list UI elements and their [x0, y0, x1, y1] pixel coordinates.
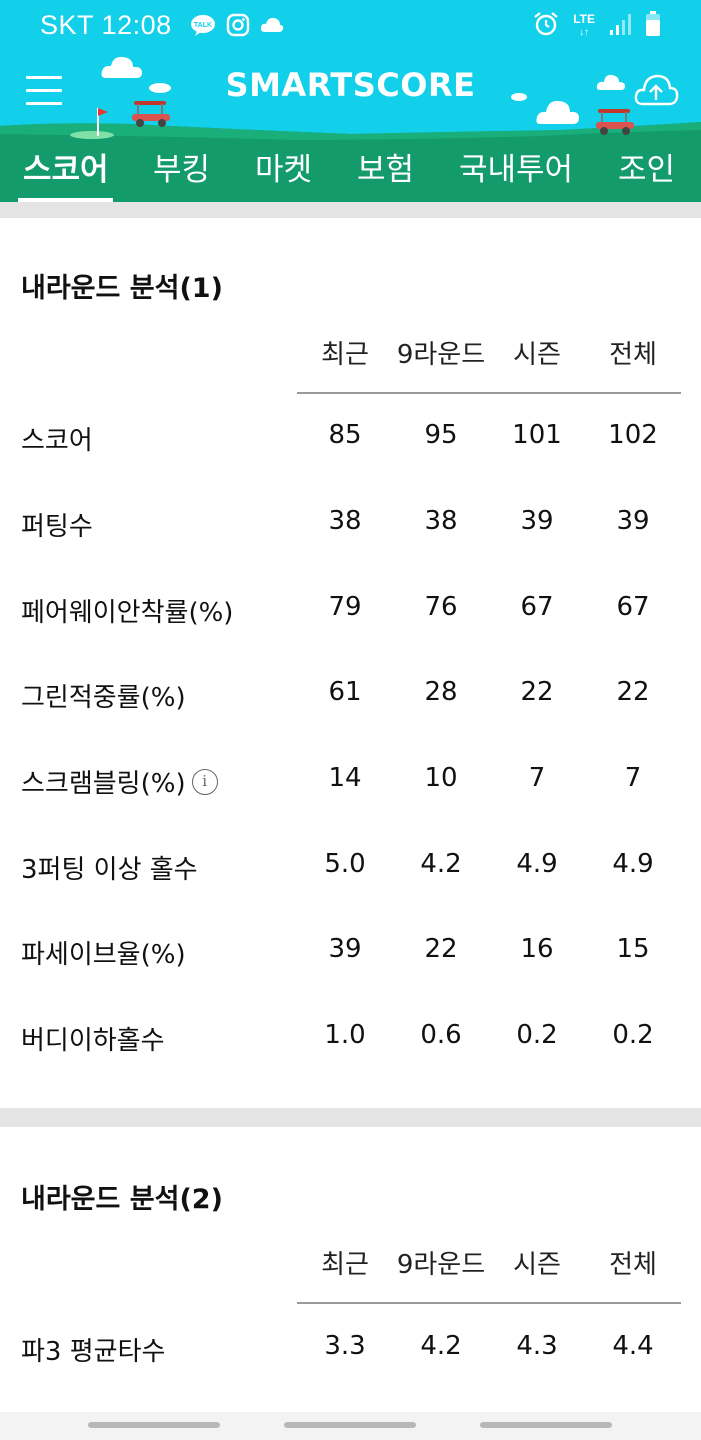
- cell-recent: 79: [328, 592, 362, 622]
- app-bar: SMARTSCORE: [0, 52, 701, 130]
- column-header-season: 시즌: [513, 340, 561, 370]
- kakaotalk-icon: TALK: [190, 14, 216, 40]
- tab-insurance[interactable]: 보험: [357, 144, 414, 189]
- tab-join[interactable]: 조인: [618, 144, 675, 189]
- section-divider: [0, 202, 701, 218]
- status-bar: SKT 12:08 TALK LTE ↓↑: [0, 0, 701, 52]
- header-divider: [297, 1302, 681, 1304]
- column-header-recent: 최근: [321, 340, 369, 370]
- cell-recent: 5.0: [324, 849, 366, 879]
- cell-total: 4.4: [612, 1331, 654, 1361]
- signal-strength-icon: [609, 12, 631, 40]
- column-header-total: 전체: [609, 340, 657, 370]
- cell-recent: 85: [328, 420, 362, 450]
- cell-season: 0.2: [516, 1020, 558, 1050]
- cell-9rounds: 10: [424, 763, 458, 793]
- cell-9rounds: 4.2: [420, 849, 462, 879]
- analysis-section-2: 내라운드 분석(2) 최근 9라운드 시즌 전체 파3 평균타수 3.3 4.2…: [0, 1127, 701, 1412]
- cell-season: 22: [520, 677, 554, 707]
- cell-total: 67: [616, 592, 650, 622]
- cell-recent: 1.0: [324, 1020, 366, 1050]
- row-label: 파3 평균타수: [21, 1337, 166, 1367]
- cell-recent: 38: [328, 506, 362, 536]
- svg-text:TALK: TALK: [194, 22, 212, 29]
- cell-recent: 3.3: [324, 1331, 366, 1361]
- cell-9rounds: 28: [424, 677, 458, 707]
- battery-icon: [645, 11, 661, 41]
- app-title: SMARTSCORE: [225, 66, 476, 104]
- tab-booking[interactable]: 부킹: [153, 144, 210, 189]
- cell-season: 4.9: [516, 849, 558, 879]
- header-divider: [297, 392, 681, 394]
- cell-season: 16: [520, 934, 554, 964]
- nav-home-button[interactable]: [284, 1422, 416, 1428]
- section-divider: [0, 1108, 701, 1127]
- column-header-recent: 최근: [321, 1250, 369, 1280]
- info-icon[interactable]: i: [191, 768, 218, 795]
- column-header-9rounds: 9라운드: [396, 1250, 486, 1280]
- row-label: 그린적중률(%): [21, 683, 186, 713]
- cell-9rounds: 0.6: [420, 1020, 462, 1050]
- nav-back-button[interactable]: [480, 1422, 612, 1428]
- cell-season: 101: [512, 420, 562, 450]
- column-header-9rounds: 9라운드: [396, 340, 486, 370]
- main-tabs: 스코어 부킹 마켓 보험 국내투어 조인: [0, 138, 701, 202]
- cell-9rounds: 38: [424, 506, 458, 536]
- cell-total: 39: [616, 506, 650, 536]
- alarm-icon: [533, 11, 559, 41]
- row-label: 파세이브율(%): [21, 940, 186, 970]
- row-label-with-info: 스크램블링(%) i: [21, 763, 218, 800]
- cell-total: 0.2: [612, 1020, 654, 1050]
- cell-total: 22: [616, 677, 650, 707]
- lte-signal-icon: LTE ↓↑: [573, 12, 595, 38]
- cell-total: 15: [616, 934, 650, 964]
- cell-season: 4.3: [516, 1331, 558, 1361]
- cell-recent: 39: [328, 934, 362, 964]
- cell-total: 102: [608, 420, 658, 450]
- system-navigation-bar: [0, 1412, 701, 1440]
- cloud-sync-icon: [260, 16, 284, 38]
- tab-domestic-tour[interactable]: 국내투어: [459, 144, 573, 189]
- cell-total: 7: [624, 763, 642, 793]
- row-label: 버디이하홀수: [21, 1026, 165, 1056]
- cell-9rounds: 22: [424, 934, 458, 964]
- column-header-season: 시즌: [513, 1250, 561, 1280]
- cell-season: 67: [520, 592, 554, 622]
- cell-total: 4.9: [612, 849, 654, 879]
- cell-9rounds: 4.2: [420, 1331, 462, 1361]
- row-label: 스코어: [21, 426, 93, 456]
- cloud-upload-icon[interactable]: [633, 70, 679, 110]
- cell-9rounds: 76: [424, 592, 458, 622]
- cell-season: 39: [520, 506, 554, 536]
- cell-9rounds: 95: [424, 420, 458, 450]
- tab-market[interactable]: 마켓: [255, 144, 312, 189]
- app-header: SKT 12:08 TALK LTE ↓↑ SMARTSCORE 스코어 부킹 …: [0, 0, 701, 202]
- section-title: 내라운드 분석(1): [21, 273, 223, 304]
- column-header-total: 전체: [609, 1250, 657, 1280]
- row-label: 퍼팅수: [21, 512, 93, 542]
- instagram-icon: [226, 13, 250, 41]
- section-title: 내라운드 분석(2): [21, 1184, 223, 1215]
- cell-recent: 14: [328, 763, 362, 793]
- nav-recent-apps-button[interactable]: [88, 1422, 220, 1428]
- cell-recent: 61: [328, 677, 362, 707]
- row-label: 3퍼팅 이상 홀수: [21, 855, 198, 885]
- tab-score[interactable]: 스코어: [23, 144, 109, 189]
- analysis-section-1: 내라운드 분석(1) 최근 9라운드 시즌 전체 스코어 85 95 101 1…: [0, 218, 701, 1108]
- status-carrier-time: SKT 12:08: [40, 10, 172, 40]
- cell-season: 7: [528, 763, 546, 793]
- row-label: 페어웨이안착률(%): [21, 598, 234, 628]
- row-label-text: 스크램블링(%): [21, 769, 186, 799]
